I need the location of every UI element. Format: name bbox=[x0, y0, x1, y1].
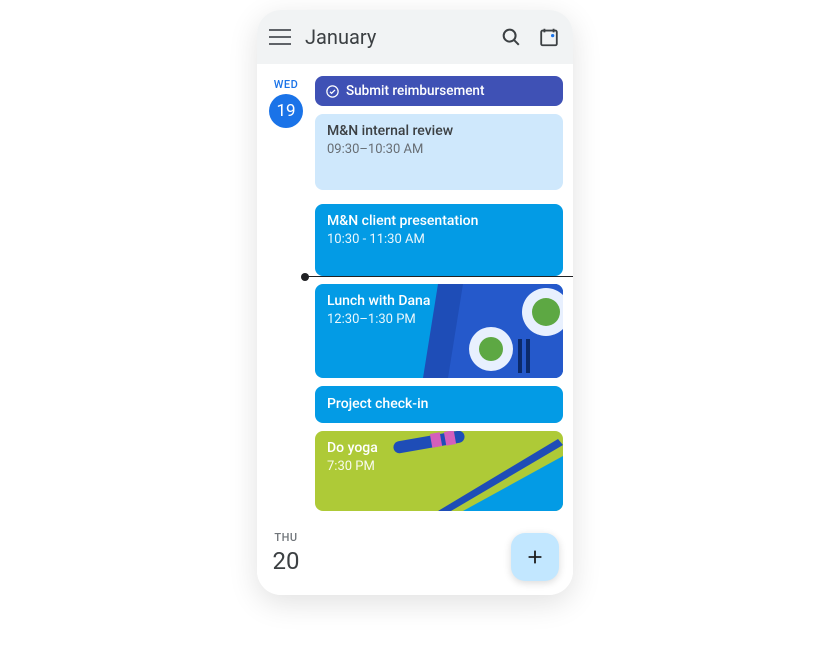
day-header-next[interactable]: THU 20 bbox=[257, 529, 315, 575]
create-event-fab[interactable] bbox=[511, 533, 559, 581]
events-column: Submit reimbursement M&N internal review… bbox=[315, 76, 573, 519]
event-title: M&N client presentation bbox=[327, 212, 551, 231]
event-internal-review[interactable]: M&N internal review 09:30–10:30 AM bbox=[315, 114, 563, 190]
event-title: Project check-in bbox=[327, 395, 551, 414]
event-lunch-with-dana[interactable]: Lunch with Dana 12:30–1:30 PM bbox=[315, 284, 563, 378]
agenda-content: WED 19 Submit reimbursement M&N internal… bbox=[257, 64, 573, 595]
hamburger-menu-icon[interactable] bbox=[269, 26, 291, 48]
now-time-indicator bbox=[304, 276, 573, 277]
event-project-checkin[interactable]: Project check-in bbox=[315, 386, 563, 423]
event-title: Submit reimbursement bbox=[346, 82, 484, 100]
day-name-label: THU bbox=[274, 531, 297, 544]
day-number-today: 19 bbox=[269, 94, 303, 128]
event-time: 7:30 PM bbox=[327, 459, 551, 474]
event-time: 10:30 - 11:30 AM bbox=[327, 232, 551, 247]
day-name-label: WED bbox=[274, 78, 299, 91]
search-icon[interactable] bbox=[499, 25, 523, 49]
task-check-icon bbox=[325, 84, 340, 99]
event-title: Lunch with Dana bbox=[327, 292, 551, 311]
app-bar: January bbox=[257, 10, 573, 64]
event-client-presentation[interactable]: M&N client presentation 10:30 - 11:30 AM bbox=[315, 204, 563, 276]
event-time: 12:30–1:30 PM bbox=[327, 312, 551, 327]
day-section-today: WED 19 Submit reimbursement M&N internal… bbox=[257, 64, 573, 519]
event-time: 09:30–10:30 AM bbox=[327, 142, 551, 157]
calendar-app-frame: January WED 19 bbox=[257, 10, 573, 595]
event-do-yoga[interactable]: Do yoga 7:30 PM bbox=[315, 431, 563, 511]
day-header[interactable]: WED 19 bbox=[257, 76, 315, 519]
event-title: Do yoga bbox=[327, 439, 551, 458]
plus-icon bbox=[524, 546, 546, 568]
day-number: 20 bbox=[273, 547, 300, 575]
event-title: M&N internal review bbox=[327, 122, 551, 141]
task-submit-reimbursement[interactable]: Submit reimbursement bbox=[315, 76, 563, 106]
month-title[interactable]: January bbox=[305, 25, 485, 49]
today-calendar-icon[interactable] bbox=[537, 25, 561, 49]
